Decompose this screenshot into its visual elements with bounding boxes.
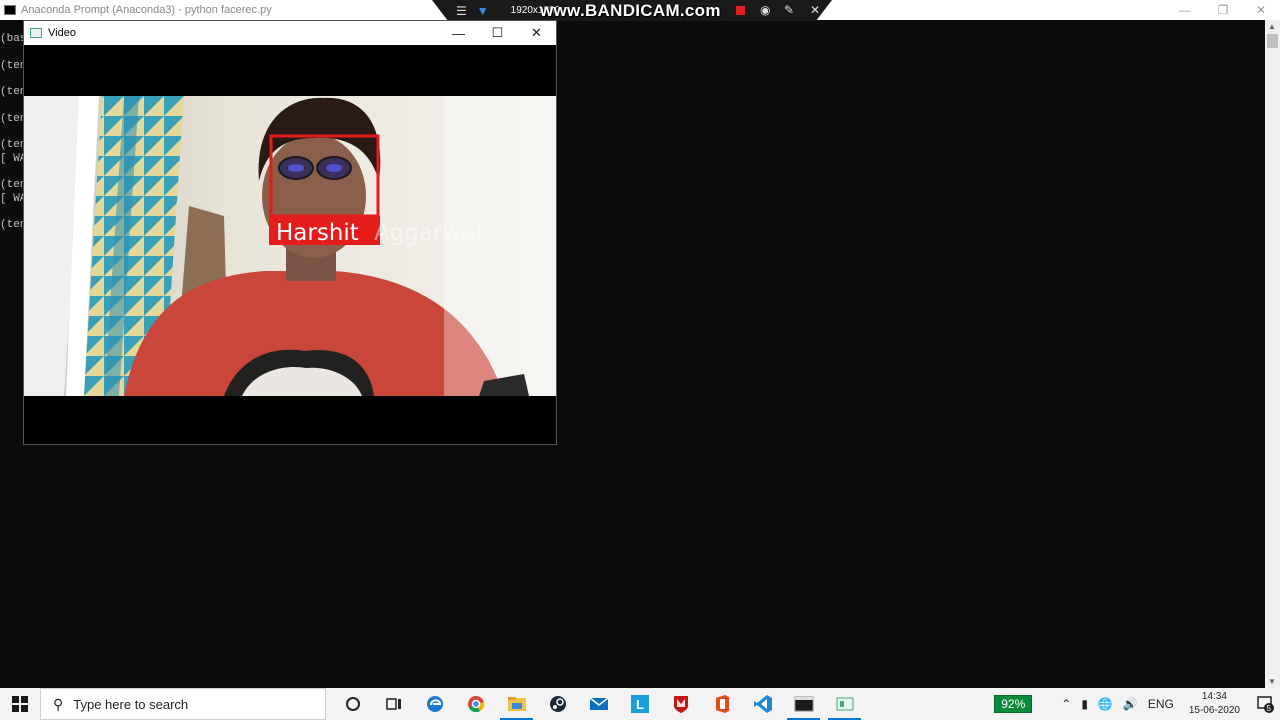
webcam-frame: Harshit Aggarwal xyxy=(24,96,556,396)
windows-icon xyxy=(12,696,28,712)
task-view-icon[interactable] xyxy=(373,688,414,720)
bandicam-toolbar: ☰ ▼ 1920x1080 www.BANDICAM.com ◉ ✎ ✕ xyxy=(432,0,832,21)
svg-text:L: L xyxy=(636,697,644,712)
console-app-icon xyxy=(4,5,16,15)
show-hidden-icons-icon[interactable]: ⌃ xyxy=(1061,697,1071,711)
console-scrollbar[interactable]: ▲ ▼ xyxy=(1265,20,1280,688)
minimize-button[interactable]: — xyxy=(1166,0,1204,20)
pencil-icon[interactable]: ✎ xyxy=(784,3,794,17)
network-icon[interactable]: 🌐 xyxy=(1098,697,1113,711)
video-window: Video — ☐ ✕ Harshit Aggarwal xyxy=(23,20,557,445)
maximize-button[interactable]: ☐ xyxy=(478,21,517,45)
console-line: [ WA xyxy=(0,192,24,205)
console-line: (ten xyxy=(0,59,24,72)
office-icon[interactable] xyxy=(701,688,742,720)
taskbar-search[interactable]: ⚲ Type here to search xyxy=(40,688,326,720)
notification-center-button[interactable]: 5 xyxy=(1250,688,1280,720)
console-line: [ WA xyxy=(0,152,24,165)
close-button[interactable]: ✕ xyxy=(1242,0,1280,20)
cortana-icon[interactable] xyxy=(332,688,373,720)
steam-icon[interactable] xyxy=(537,688,578,720)
mail-icon[interactable] xyxy=(578,688,619,720)
clock[interactable]: 14:34 15-06-2020 xyxy=(1189,690,1240,718)
scroll-down-icon[interactable]: ▼ xyxy=(1268,677,1276,686)
clock-date: 15-06-2020 xyxy=(1188,705,1240,716)
face-label: Harshit xyxy=(276,220,359,246)
clock-time: 14:34 xyxy=(1201,691,1227,702)
search-icon: ⚲ xyxy=(53,695,64,712)
video-app-icon[interactable] xyxy=(824,688,865,720)
volume-icon[interactable]: 🔊 xyxy=(1123,697,1138,711)
minimize-button[interactable]: — xyxy=(439,21,478,45)
file-explorer-icon[interactable] xyxy=(496,688,537,720)
console-line: (bas xyxy=(0,33,24,45)
vscode-icon[interactable] xyxy=(742,688,783,720)
terminal-icon[interactable] xyxy=(783,688,824,720)
pin-icon[interactable]: ▼ xyxy=(477,4,489,18)
chrome-icon[interactable] xyxy=(455,688,496,720)
taskbar: ⚲ Type here to search L 92% ⌃ ▮ 🌐 🔊 ENG … xyxy=(0,688,1280,720)
mcafee-icon[interactable] xyxy=(660,688,701,720)
console-line: (ten xyxy=(0,112,24,125)
notification-count: 5 xyxy=(1267,704,1272,713)
console-output: (bas (ten (ten (ten (ten[ WA (ten[ WA (t… xyxy=(0,33,24,232)
start-button[interactable] xyxy=(0,688,40,720)
console-line: (ten xyxy=(0,219,24,232)
console-line: (ten xyxy=(0,179,24,192)
notification-icon: 5 xyxy=(1257,696,1274,713)
language-indicator[interactable]: ENG xyxy=(1148,697,1174,711)
system-tray: 92% ⌃ ▮ 🌐 🔊 ENG 14:34 15-06-2020 5 xyxy=(994,688,1280,720)
l-app-icon[interactable]: L xyxy=(619,688,660,720)
menu-icon[interactable]: ☰ xyxy=(456,4,467,18)
battery-indicator[interactable]: 92% xyxy=(994,695,1033,713)
restore-button[interactable]: ❐ xyxy=(1204,0,1242,20)
battery-icon[interactable]: ▮ xyxy=(1081,697,1088,711)
console-line: (ten xyxy=(0,86,24,99)
record-icon[interactable] xyxy=(736,6,745,15)
face-label-overflow: Aggarwal xyxy=(374,220,482,246)
close-button[interactable]: ✕ xyxy=(517,21,556,45)
edge-icon[interactable] xyxy=(414,688,455,720)
video-titlebar[interactable]: Video — ☐ ✕ xyxy=(24,21,556,45)
console-line: (ten xyxy=(0,139,24,152)
webcam-image: Harshit Aggarwal xyxy=(24,96,556,396)
console-title: Anaconda Prompt (Anaconda3) - python fac… xyxy=(21,4,272,16)
search-placeholder: Type here to search xyxy=(73,696,189,712)
scroll-thumb[interactable] xyxy=(1267,34,1278,48)
close-icon[interactable]: ✕ xyxy=(810,3,820,17)
bandicam-watermark: www.BANDICAM.com xyxy=(540,1,721,20)
video-app-icon xyxy=(30,28,42,38)
camera-icon[interactable]: ◉ xyxy=(760,3,770,17)
video-title: Video xyxy=(48,27,76,39)
scroll-up-icon[interactable]: ▲ xyxy=(1268,22,1276,31)
